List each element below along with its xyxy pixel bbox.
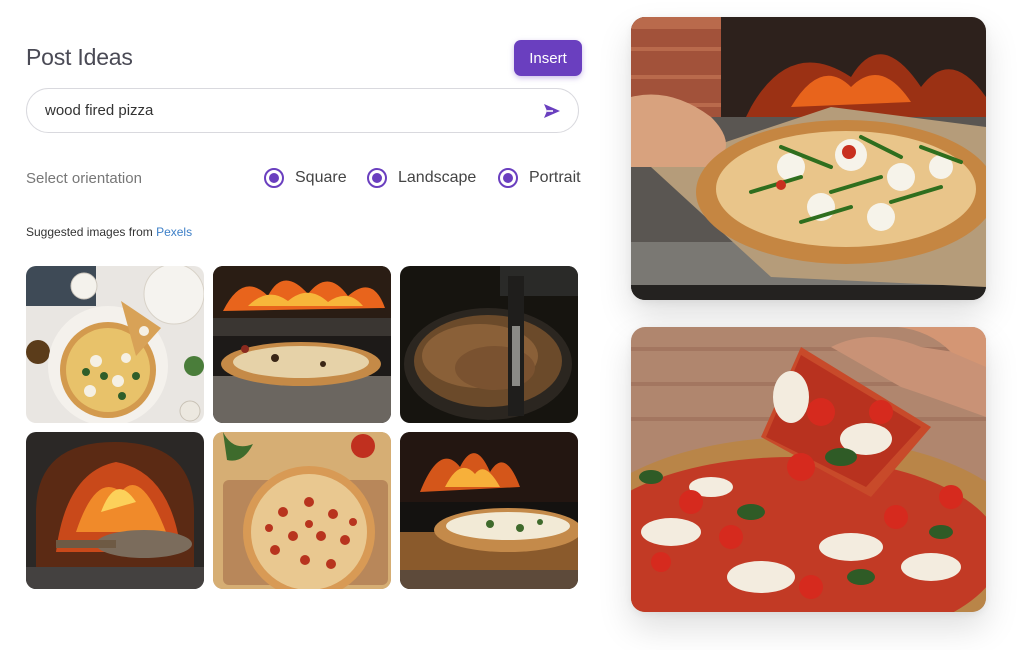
suggested-caption: Suggested images from Pexels [26,225,192,239]
insert-button[interactable]: Insert [514,40,582,76]
radio-landscape-label: Landscape [398,169,477,186]
image-thumbnail-pizza-table[interactable] [26,266,204,423]
suggested-prefix: Suggested images from [26,225,157,239]
image-thumbnail-coffee-beans[interactable] [400,266,578,423]
radio-portrait[interactable]: Portrait [498,167,581,189]
orientation-label: Select orientation [26,170,142,187]
send-icon[interactable] [542,101,562,121]
radio-landscape[interactable]: Landscape [367,167,476,189]
image-thumbnail-pizza-oven[interactable] [213,266,391,423]
radio-selected-icon [498,168,518,188]
image-thumbnail-pizza-board[interactable] [213,432,391,589]
search-input[interactable] [45,89,535,132]
radio-square-label: Square [295,169,347,186]
image-thumbnail-pizza-wood[interactable] [400,432,578,589]
post-ideas-panel: Post Ideas Insert Select orientation Squ… [0,0,610,650]
pexels-link[interactable]: Pexels [156,225,192,239]
image-thumbnail-brick-oven[interactable] [26,432,204,589]
search-bar [26,88,579,133]
page-title: Post Ideas [26,44,133,70]
radio-selected-icon [367,168,387,188]
radio-portrait-label: Portrait [529,169,581,186]
preview-image-pizza-slice[interactable] [631,327,986,612]
preview-image-pizza-peel[interactable] [631,17,986,300]
radio-square[interactable]: Square [264,167,347,189]
radio-selected-icon [264,168,284,188]
